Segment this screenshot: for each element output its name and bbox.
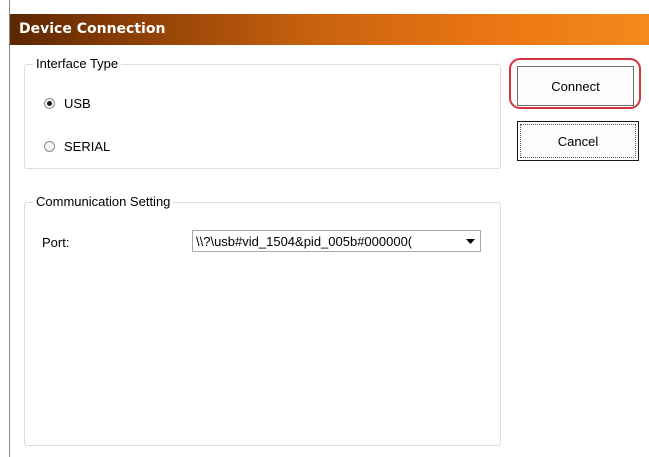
connect-button-label[interactable]: Connect xyxy=(551,79,599,94)
radio-serial-row[interactable]: SERIAL xyxy=(44,138,110,154)
port-dropdown-value[interactable]: \\?\usb#vid_1504&pid_005b#000000( xyxy=(193,234,460,249)
interface-type-group: Interface Type USB SERIAL xyxy=(24,56,501,169)
radio-usb[interactable] xyxy=(44,97,55,109)
connect-button[interactable]: Connect xyxy=(517,66,634,106)
cancel-button[interactable]: Cancel xyxy=(517,121,639,161)
title-bar: Device Connection xyxy=(10,14,649,45)
communication-setting-group: Communication Setting Port: \\?\usb#vid_… xyxy=(24,194,501,446)
window-title: Device Connection xyxy=(19,21,166,37)
interface-type-legend: Interface Type xyxy=(33,56,122,72)
chevron-down-icon[interactable] xyxy=(460,231,480,251)
radio-usb-label[interactable]: USB xyxy=(64,96,91,111)
radio-serial[interactable] xyxy=(44,140,55,152)
cancel-focus-rect xyxy=(520,124,636,158)
port-label: Port: xyxy=(42,235,70,250)
port-dropdown[interactable]: \\?\usb#vid_1504&pid_005b#000000( xyxy=(192,230,481,252)
radio-usb-row[interactable]: USB xyxy=(44,95,91,111)
window-left-border xyxy=(9,0,10,457)
radio-serial-label[interactable]: SERIAL xyxy=(64,139,110,154)
communication-setting-legend: Communication Setting xyxy=(33,194,174,210)
